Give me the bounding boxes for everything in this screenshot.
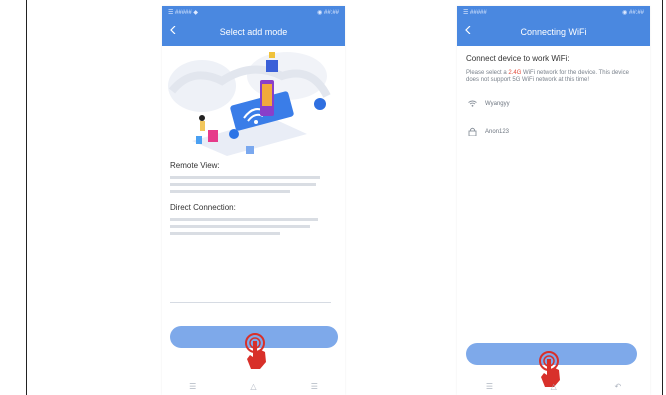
- home-icon[interactable]: △: [250, 382, 256, 391]
- system-nav-bar: ☰ △ ☰: [162, 382, 345, 391]
- frame-border-left: [26, 0, 27, 395]
- status-left: ☰ ##### ◆: [168, 9, 199, 16]
- return-icon[interactable]: ↶: [614, 382, 621, 391]
- phone-connecting-wifi: ☰ ##### ◉ ##:## Connecting WiFi Connect …: [457, 6, 650, 395]
- title-bar: Select add mode: [162, 18, 345, 46]
- status-right: ◉ ##:##: [317, 9, 339, 16]
- hand-cursor-icon: [245, 333, 266, 369]
- status-left: ☰ #####: [463, 9, 487, 16]
- divider: [170, 302, 331, 303]
- desc-highlight: 2.4G: [508, 70, 522, 76]
- wifi-icon: [468, 100, 477, 107]
- frame-border-right: [662, 0, 663, 395]
- menu-icon[interactable]: ☰: [189, 382, 196, 391]
- back-icon[interactable]: [465, 25, 471, 37]
- connect-title: Connect device to work WiFi:: [466, 54, 570, 63]
- page-title: Connecting WiFi: [520, 27, 587, 37]
- wifi-description: Please select a 2.4G WiFi network for th…: [466, 70, 636, 84]
- page-title: Select add mode: [219, 27, 288, 37]
- system-nav-bar: ☰ △ ↶: [457, 382, 650, 391]
- back-icon[interactable]: [170, 25, 176, 37]
- lock-icon: [468, 127, 477, 136]
- remote-view-title: Remote View:: [170, 161, 220, 170]
- status-bar: ☰ ##### ◉ ##:##: [457, 6, 650, 18]
- hero-illustration: [162, 46, 345, 156]
- direct-connection-description: [170, 218, 337, 235]
- wifi-ssid-field[interactable]: Wyangyy: [468, 100, 650, 107]
- status-bar: ☰ ##### ◆ ◉ ##:##: [162, 6, 345, 18]
- wifi-password-value: Anon123: [485, 128, 510, 135]
- home-icon[interactable]: △: [551, 382, 557, 391]
- wifi-password-field[interactable]: Anon123: [468, 127, 650, 136]
- phone-select-add-mode: ☰ ##### ◆ ◉ ##:## Select add mode Remote…: [162, 6, 345, 395]
- return-icon[interactable]: ☰: [311, 382, 318, 391]
- menu-icon[interactable]: ☰: [486, 382, 493, 391]
- status-right: ◉ ##:##: [622, 9, 644, 16]
- remote-view-description: [170, 176, 337, 193]
- wifi-ssid-value: Wyangyy: [485, 100, 510, 107]
- direct-connection-title: Direct Connection:: [170, 203, 236, 212]
- desc-before: Please select a: [466, 70, 509, 76]
- title-bar: Connecting WiFi: [457, 18, 650, 46]
